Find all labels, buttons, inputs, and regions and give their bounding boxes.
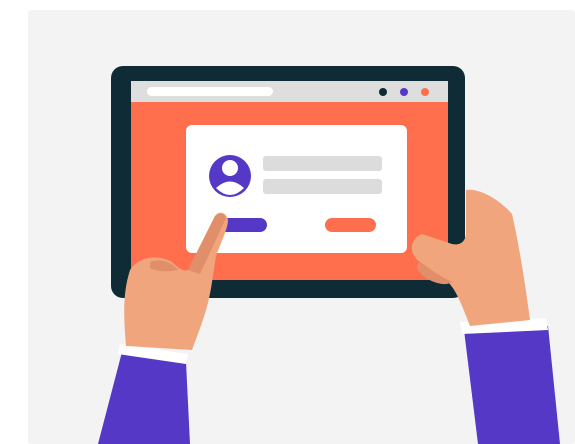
illustration-card (28, 10, 575, 444)
user-avatar-icon (209, 155, 251, 197)
right-sleeve (464, 326, 560, 444)
tablet-login-illustration (28, 10, 575, 444)
cancel-button[interactable] (325, 218, 376, 232)
address-bar[interactable] (147, 87, 273, 96)
window-dot-dark (379, 88, 387, 96)
window-dot-orange (421, 88, 429, 96)
password-field[interactable] (263, 179, 382, 194)
username-field[interactable] (263, 156, 382, 171)
window-dot-purple (400, 88, 408, 96)
